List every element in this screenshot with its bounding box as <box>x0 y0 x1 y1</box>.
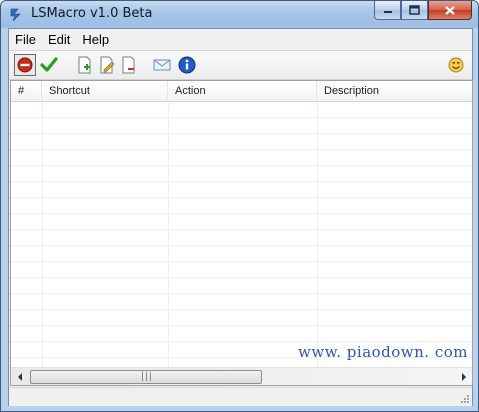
menu-file[interactable]: File <box>9 32 42 47</box>
list-rows <box>11 102 472 358</box>
close-icon <box>445 5 455 15</box>
macro-list[interactable]: # Shortcut Action Description www. piaod… <box>10 80 473 386</box>
minimize-button[interactable] <box>374 1 401 20</box>
list-row-empty <box>11 198 472 214</box>
delete-macro-icon <box>122 56 135 74</box>
title-bar[interactable]: LSMacro v1.0 Beta <box>1 1 478 28</box>
column-header-description[interactable]: Description <box>317 81 472 101</box>
horizontal-scrollbar[interactable]: │││ <box>11 367 472 385</box>
smiley-button[interactable] <box>446 55 466 75</box>
stop-button[interactable] <box>14 54 36 76</box>
list-row-empty <box>11 166 472 182</box>
list-row-empty <box>11 134 472 150</box>
menu-help[interactable]: Help <box>76 32 115 47</box>
list-row-empty <box>11 118 472 134</box>
menu-bar: File Edit Help <box>9 29 472 49</box>
list-row-empty <box>11 214 472 230</box>
toolbar <box>9 50 472 80</box>
maximize-icon <box>409 5 420 15</box>
scroll-left-button[interactable] <box>11 368 28 385</box>
enable-button[interactable] <box>39 55 59 75</box>
list-row-empty <box>11 230 472 246</box>
column-header-shortcut[interactable]: Shortcut <box>42 81 168 101</box>
mail-button[interactable] <box>152 55 172 75</box>
edit-macro-button[interactable] <box>97 55 117 75</box>
list-row-empty <box>11 278 472 294</box>
info-icon <box>178 56 196 74</box>
smiley-icon <box>448 57 464 73</box>
scroll-left-icon <box>17 372 22 381</box>
resize-grip-icon[interactable] <box>460 394 470 404</box>
new-macro-button[interactable] <box>75 55 95 75</box>
info-button[interactable] <box>177 55 197 75</box>
list-row-empty <box>11 326 472 342</box>
window-title: LSMacro v1.0 Beta <box>31 6 153 21</box>
close-button[interactable] <box>428 1 472 20</box>
scroll-thumb[interactable]: │││ <box>30 370 262 384</box>
watermark-text: www. piaodown. com <box>298 343 468 361</box>
column-header-action[interactable]: Action <box>168 81 317 101</box>
list-row-empty <box>11 294 472 310</box>
app-window: LSMacro v1.0 Beta File Edit Help # Short… <box>0 0 479 412</box>
client-area: File Edit Help # Shortcut Action Descrip… <box>8 28 473 406</box>
list-row-empty <box>11 182 472 198</box>
scroll-right-icon <box>461 372 466 381</box>
list-row-empty <box>11 310 472 326</box>
list-row-empty <box>11 262 472 278</box>
list-header: # Shortcut Action Description <box>11 81 472 102</box>
list-row-empty <box>11 246 472 262</box>
delete-macro-button[interactable] <box>119 55 139 75</box>
mail-icon <box>153 59 171 71</box>
scroll-right-button[interactable] <box>455 368 472 385</box>
scroll-grip-icon: │││ <box>140 372 152 381</box>
menu-edit[interactable]: Edit <box>42 32 76 47</box>
list-row-empty <box>11 150 472 166</box>
stop-icon <box>17 57 33 73</box>
edit-macro-icon <box>100 56 115 74</box>
maximize-button[interactable] <box>401 1 428 20</box>
column-header-number[interactable]: # <box>11 81 42 101</box>
status-bar <box>9 387 472 406</box>
app-logo-icon <box>10 8 21 22</box>
minimize-icon <box>383 11 392 13</box>
list-row-empty <box>11 102 472 118</box>
check-icon <box>40 57 58 72</box>
new-macro-icon <box>78 56 91 74</box>
